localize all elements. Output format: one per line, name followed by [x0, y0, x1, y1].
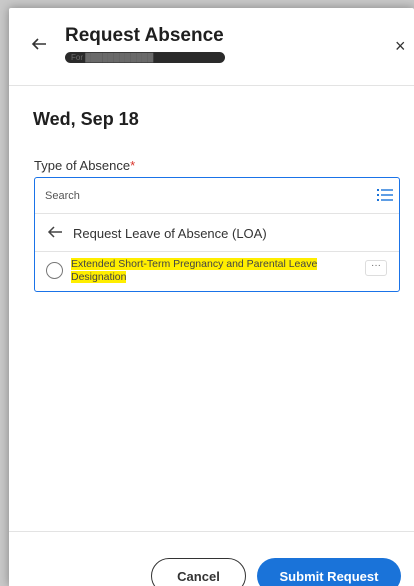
field-label-text: Type of Absence — [34, 158, 131, 173]
submit-request-button[interactable]: Submit Request — [257, 558, 401, 586]
date-heading: Wed, Sep 18 — [33, 109, 139, 129]
nav-arrow-left-svg — [47, 226, 62, 238]
dialog-header: Request Absence For ████████████ × — [9, 8, 414, 78]
search-input[interactable] — [45, 186, 345, 206]
arrow-left-icon[interactable] — [31, 36, 51, 56]
list-item[interactable]: Extended Short-Term Pregnancy and Parent… — [35, 253, 399, 291]
type-of-absence-label: Type of Absence* — [34, 158, 135, 173]
dialog-subtitle-redacted: For ████████████ — [65, 52, 225, 63]
nav-category-label: Request Leave of Absence (LOA) — [73, 226, 267, 241]
nav-back-row[interactable]: Request Leave of Absence (LOA) — [35, 215, 399, 252]
list-icon[interactable] — [377, 188, 393, 202]
close-icon[interactable]: × — [395, 36, 413, 56]
dialog-footer: Cancel Submit Request — [9, 531, 414, 586]
absence-type-prompt: Request Leave of Absence (LOA) Extended … — [34, 177, 400, 292]
more-options-icon[interactable]: ··· — [365, 260, 387, 276]
option-label: Extended Short-Term Pregnancy and Parent… — [71, 258, 359, 284]
list-icon-svg — [377, 189, 393, 201]
arrow-left-icon[interactable] — [47, 224, 63, 244]
option-label-text: Extended Short-Term Pregnancy and Parent… — [71, 258, 318, 283]
required-marker: * — [130, 158, 136, 173]
option-radio[interactable] — [46, 262, 63, 279]
request-absence-dialog: Request Absence For ████████████ × Wed, … — [9, 8, 414, 586]
dialog-title: Request Absence — [65, 25, 224, 46]
arrow-left-icon-svg — [31, 38, 46, 50]
search-row — [35, 178, 399, 214]
header-divider — [9, 85, 414, 86]
cancel-button[interactable]: Cancel — [151, 558, 246, 586]
